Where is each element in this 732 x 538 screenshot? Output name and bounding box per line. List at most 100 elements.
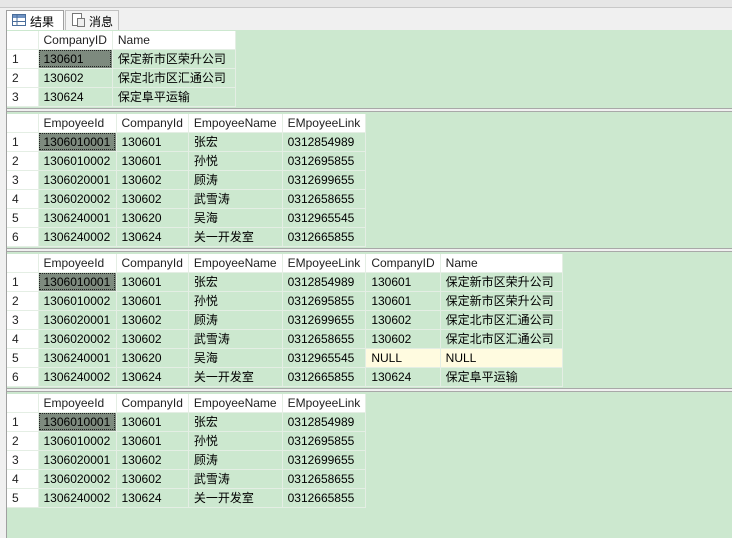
column-header[interactable]: Name: [112, 31, 236, 50]
table-row[interactable]: 5 1306240001 130620 吴海 0312965545 NULL NULL: [7, 348, 563, 368]
table-cell[interactable]: 1306020002: [38, 469, 117, 489]
column-header[interactable]: EMpoyeeLink: [282, 254, 367, 273]
row-number[interactable]: 5: [7, 348, 39, 368]
row-number[interactable]: 6: [7, 227, 39, 247]
table-cell[interactable]: 130601: [116, 291, 189, 311]
row-number[interactable]: 3: [7, 450, 39, 470]
table-cell[interactable]: NULL: [440, 348, 563, 368]
table-row[interactable]: 6 1306240002 130624 关一开发室 0312665855: [7, 227, 367, 247]
table-row[interactable]: 1 1306010001 130601 张宏 0312854989: [7, 412, 367, 432]
table-cell[interactable]: 130624: [116, 488, 189, 508]
table-cell[interactable]: 武雪涛: [188, 189, 283, 209]
table-cell[interactable]: 1306010002: [38, 151, 117, 171]
table-cell[interactable]: 0312658655: [282, 329, 367, 349]
table-cell[interactable]: 保定新市区荣升公司: [440, 291, 563, 311]
grid-splitter[interactable]: [7, 388, 732, 392]
table-row[interactable]: 2 130602 保定北市区汇通公司: [7, 68, 236, 88]
table-row[interactable]: 5 1306240002 130624 关一开发室 0312665855: [7, 488, 367, 508]
table-cell[interactable]: 0312699655: [282, 310, 367, 330]
table-cell[interactable]: 130602: [116, 450, 189, 470]
table-cell[interactable]: 1306020001: [38, 170, 117, 190]
row-number[interactable]: 3: [7, 87, 39, 107]
table-cell[interactable]: 1306240001: [38, 208, 117, 228]
row-number[interactable]: 3: [7, 170, 39, 190]
table-cell[interactable]: 1306240002: [38, 488, 117, 508]
table-cell[interactable]: 0312695855: [282, 291, 367, 311]
table-cell[interactable]: 武雪涛: [188, 469, 283, 489]
column-header[interactable]: CompanyID: [365, 254, 441, 273]
column-header[interactable]: EmpoyeeName: [188, 394, 283, 413]
table-cell[interactable]: 0312658655: [282, 189, 367, 209]
table-cell[interactable]: 1306020001: [38, 310, 117, 330]
table-cell[interactable]: 武雪涛: [188, 329, 283, 349]
row-number[interactable]: 2: [7, 151, 39, 171]
table-cell[interactable]: 1306020001: [38, 450, 117, 470]
table-cell[interactable]: 130602: [116, 189, 189, 209]
grid-splitter[interactable]: [7, 108, 732, 112]
table-cell[interactable]: 保定北市区汇通公司: [440, 329, 563, 349]
column-header[interactable]: EmpoyeeId: [38, 114, 117, 133]
table-cell[interactable]: 吴海: [188, 208, 283, 228]
table-cell[interactable]: 0312665855: [282, 488, 367, 508]
table-cell[interactable]: 0312965545: [282, 348, 367, 368]
table-cell[interactable]: 130601: [365, 291, 441, 311]
table-cell[interactable]: 保定新市区荣升公司: [112, 49, 236, 69]
table-cell[interactable]: 关一开发室: [188, 367, 283, 387]
table-cell[interactable]: 130601: [116, 272, 189, 292]
table-cell[interactable]: 130602: [38, 68, 113, 88]
grid-splitter[interactable]: [7, 248, 732, 252]
table-cell[interactable]: 1306010002: [38, 431, 117, 451]
table-cell[interactable]: 130620: [116, 208, 189, 228]
table-cell[interactable]: 1306020002: [38, 189, 117, 209]
table-cell[interactable]: 1306240002: [38, 367, 117, 387]
column-header[interactable]: EMpoyeeLink: [282, 114, 367, 133]
table-row[interactable]: 3 1306020001 130602 顾涛 0312699655 130602 保定北市区…: [7, 310, 563, 330]
table-cell[interactable]: 1306020002: [38, 329, 117, 349]
table-cell[interactable]: 0312658655: [282, 469, 367, 489]
row-number[interactable]: 1: [7, 49, 39, 69]
column-header[interactable]: CompanyId: [116, 394, 189, 413]
table-cell[interactable]: 张宏: [188, 272, 283, 292]
table-cell[interactable]: 保定阜平运输: [440, 367, 563, 387]
table-cell[interactable]: 130624: [365, 367, 441, 387]
table-cell[interactable]: 0312695855: [282, 431, 367, 451]
row-number[interactable]: 1: [7, 412, 39, 432]
table-row[interactable]: 3 130624 保定阜平运输: [7, 87, 236, 107]
table-cell[interactable]: 0312699655: [282, 450, 367, 470]
table-cell[interactable]: 保定北市区汇通公司: [112, 68, 236, 88]
select-all-corner[interactable]: [7, 254, 39, 273]
column-header[interactable]: CompanyID: [38, 31, 113, 50]
table-cell[interactable]: 顾涛: [188, 310, 283, 330]
table-cell[interactable]: 吴海: [188, 348, 283, 368]
table-cell[interactable]: 130601: [365, 272, 441, 292]
select-all-corner[interactable]: [7, 31, 39, 50]
table-cell[interactable]: 0312665855: [282, 367, 367, 387]
table-cell[interactable]: 孙悦: [188, 431, 283, 451]
table-cell[interactable]: 130624: [116, 227, 189, 247]
table-cell[interactable]: 1306010002: [38, 291, 117, 311]
row-number[interactable]: 2: [7, 431, 39, 451]
table-cell[interactable]: 保定北市区汇通公司: [440, 310, 563, 330]
table-row[interactable]: 4 1306020002 130602 武雪涛 0312658655: [7, 189, 367, 209]
table-cell[interactable]: 0312854989: [282, 412, 367, 432]
table-cell[interactable]: 保定阜平运输: [112, 87, 236, 107]
table-cell[interactable]: 顾涛: [188, 170, 283, 190]
table-cell[interactable]: 0312854989: [282, 132, 367, 152]
row-number[interactable]: 3: [7, 310, 39, 330]
table-cell[interactable]: 130602: [365, 310, 441, 330]
column-header[interactable]: EmpoyeeId: [38, 254, 117, 273]
row-number[interactable]: 5: [7, 208, 39, 228]
table-cell[interactable]: 关一开发室: [188, 227, 283, 247]
column-header[interactable]: EMpoyeeLink: [282, 394, 367, 413]
table-cell[interactable]: 0312695855: [282, 151, 367, 171]
table-row[interactable]: 2 1306010002 130601 孙悦 0312695855 130601 保定新市区…: [7, 291, 563, 311]
tab-results[interactable]: 结果: [6, 10, 64, 31]
table-cell[interactable]: 1306010001: [38, 132, 117, 152]
column-header[interactable]: CompanyId: [116, 254, 189, 273]
column-header[interactable]: Name: [440, 254, 563, 273]
select-all-corner[interactable]: [7, 114, 39, 133]
table-cell[interactable]: 130624: [38, 87, 113, 107]
row-number[interactable]: 2: [7, 68, 39, 88]
table-cell[interactable]: 1306010001: [38, 412, 117, 432]
row-number[interactable]: 5: [7, 488, 39, 508]
